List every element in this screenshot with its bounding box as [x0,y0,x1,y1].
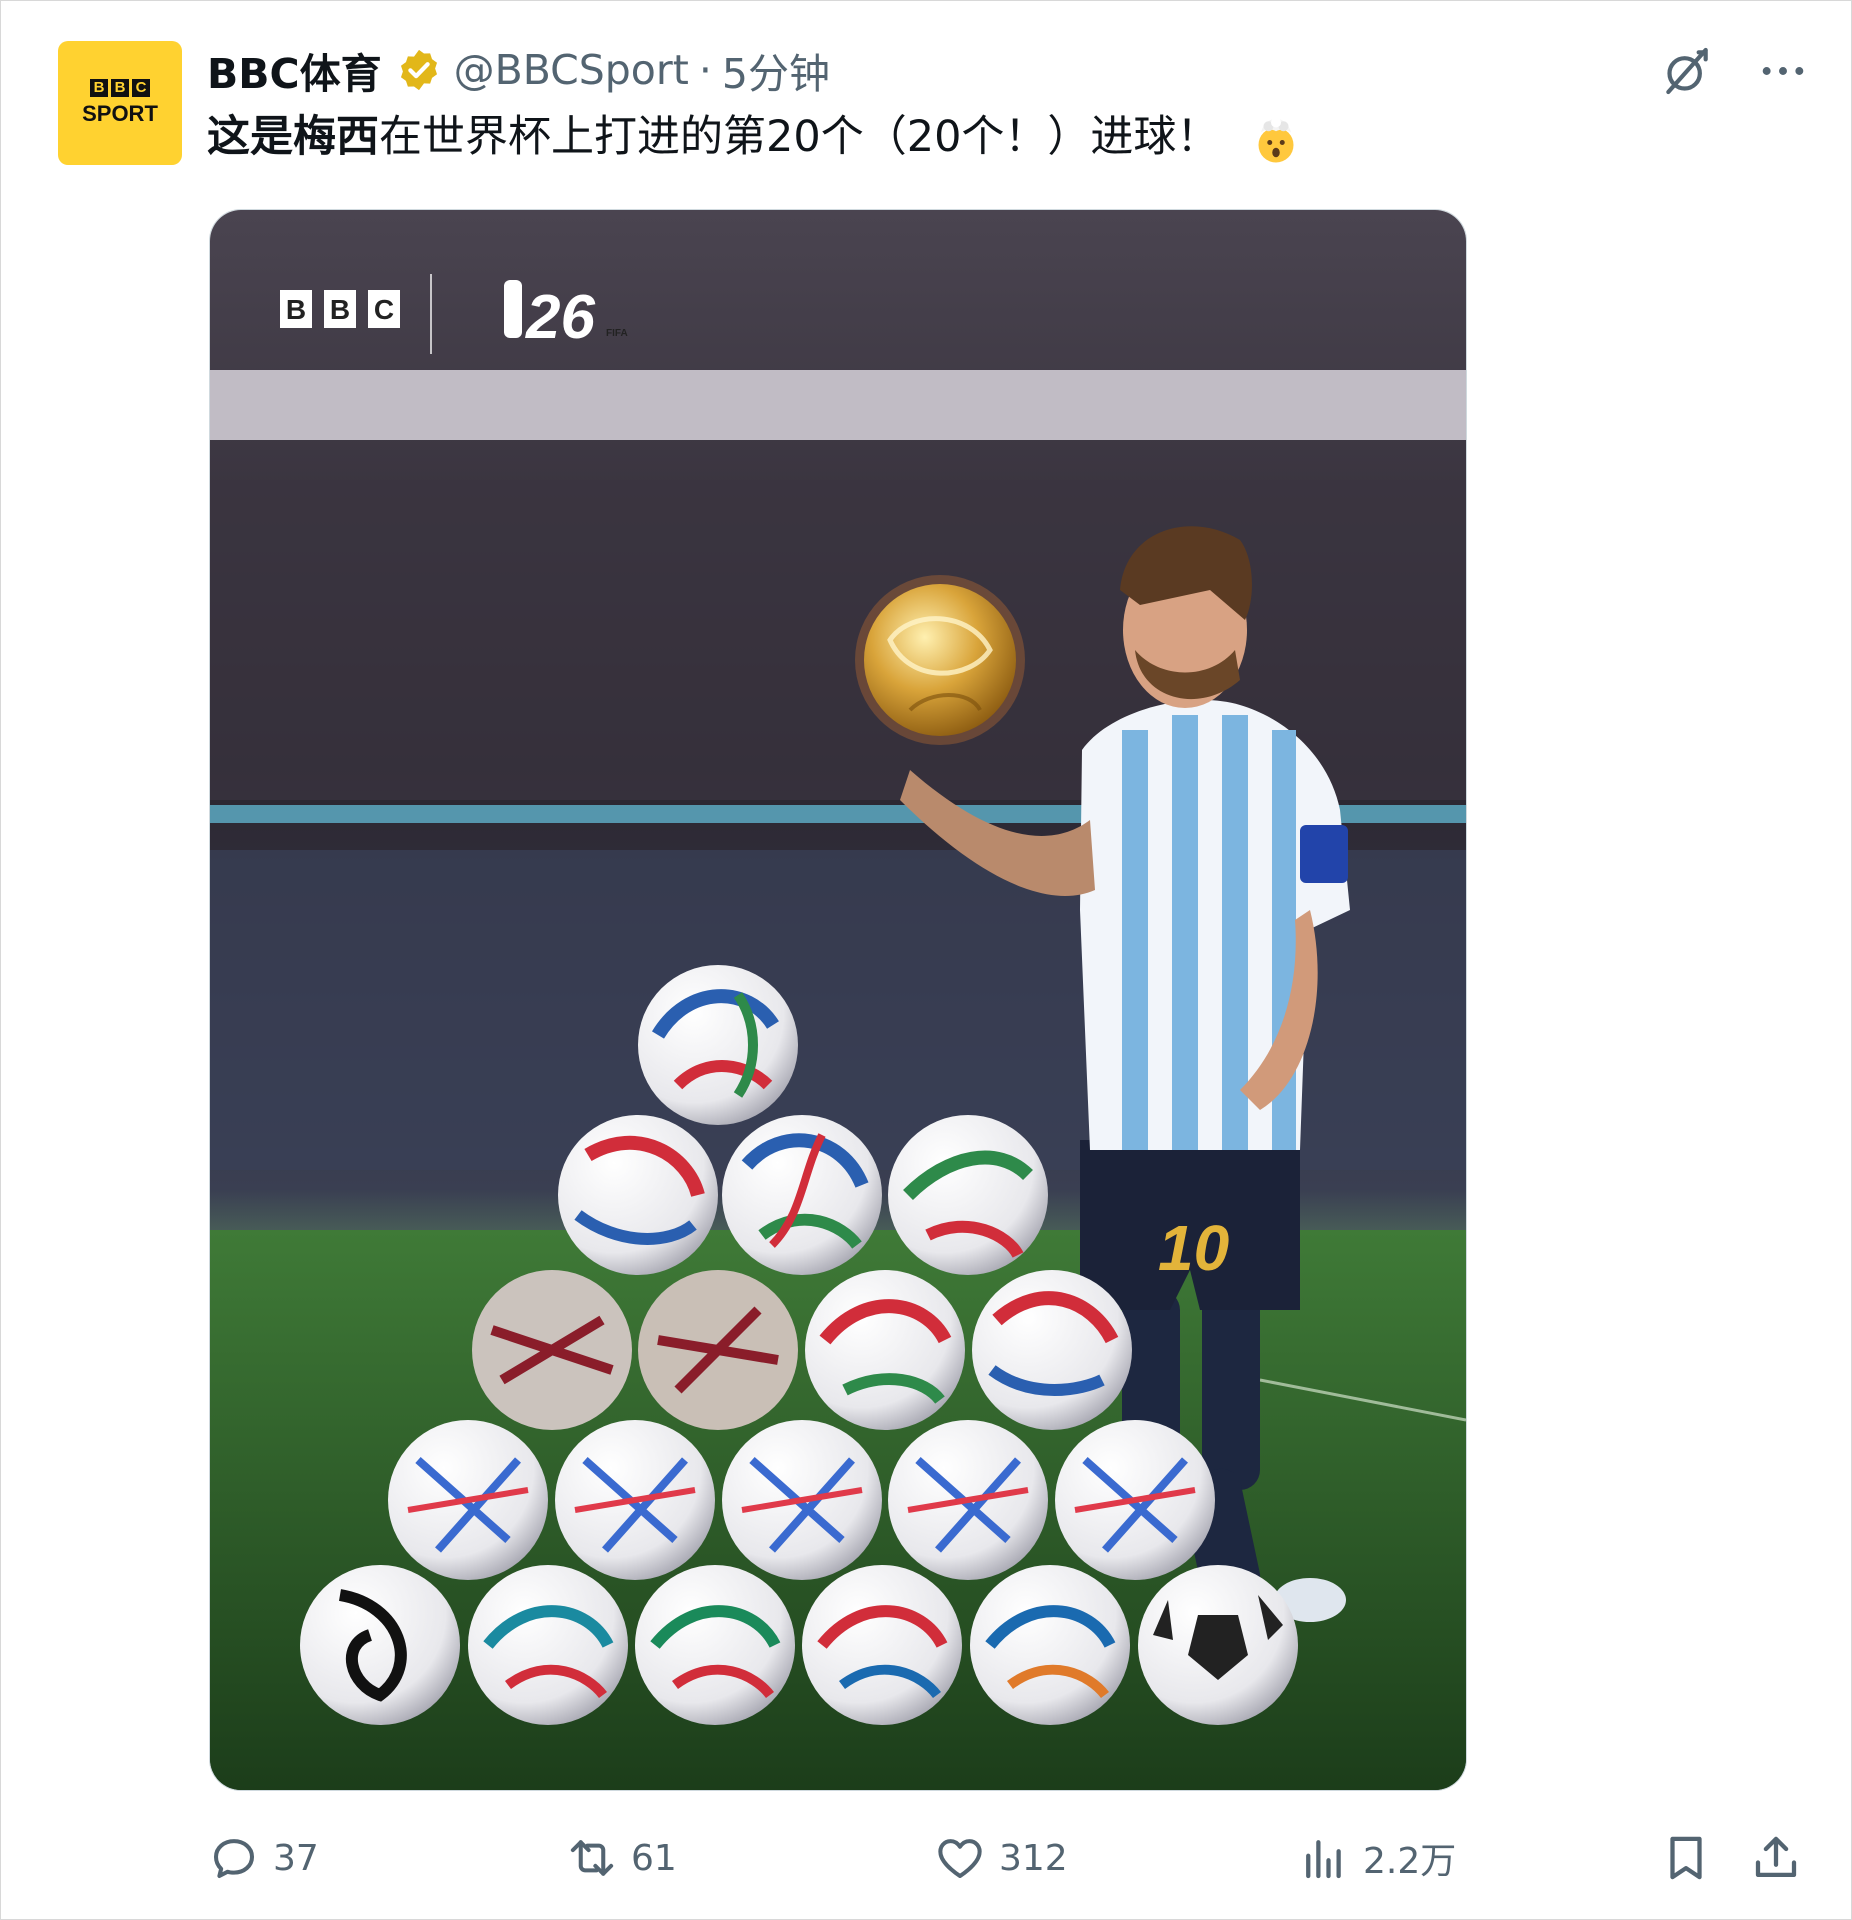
grok-icon[interactable] [1659,43,1715,99]
tweet-actions-bar: 37 61 312 2.2万 [207,1831,1807,1891]
svg-text:FIFA: FIFA [606,328,628,339]
post-time[interactable]: 5分钟 [722,40,830,100]
messi-ball-pyramid-illustration: B B C 26 FIFA 10 [210,210,1466,1790]
tweet-header: BBC体育 @BBCSport · 5分钟 [207,45,830,98]
tweet-text-bold: 这是梅西 [207,112,379,162]
reply-count: 37 [273,1837,319,1879]
svg-text:C: C [374,294,394,325]
tweet-media-image[interactable]: B B C 26 FIFA 10 [209,209,1467,1791]
svg-text:B: B [330,294,350,325]
tweet-card: B B C SPORT BBC体育 @BBCSport · 5分钟 这是梅西在世… [0,0,1852,1920]
trophy-icon [504,280,522,338]
repost-count: 61 [631,1837,677,1879]
account-handle[interactable]: @BBCSport [454,46,689,94]
repost-icon [570,1840,614,1876]
bookmark-icon [1670,1836,1702,1880]
reply-button[interactable]: 37 [207,1831,319,1885]
repost-button[interactable]: 61 [565,1831,677,1885]
tweet-text-rest: 在世界杯上打进的第20个（20个！）进球！ [379,112,1220,162]
bbc-logo-blocks: B B C [90,79,150,97]
exploding-head-emoji-icon [1258,117,1294,162]
display-name[interactable]: BBC体育 [207,40,382,100]
svg-text:26: 26 [525,283,595,352]
bookmark-button[interactable] [1659,1831,1713,1885]
header-separator: · [698,46,712,94]
like-button[interactable]: 312 [933,1831,1068,1885]
analytics-icon [1306,1840,1341,1879]
like-count: 312 [999,1837,1068,1879]
heart-icon [938,1839,982,1879]
stadium-roof-band [210,370,1466,440]
tweet-text: 这是梅西在世界杯上打进的第20个（20个！）进球！ [207,109,1301,165]
top-right-icons [1659,43,1811,99]
svg-text:B: B [286,294,306,325]
share-icon [1755,1836,1797,1878]
avatar-sport-text: SPORT [82,101,158,126]
reply-icon [213,1839,255,1879]
more-options-icon[interactable] [1755,43,1811,99]
share-button[interactable] [1749,1831,1803,1885]
svg-text:10: 10 [1158,1212,1229,1284]
view-count: 2.2万 [1363,1841,1457,1882]
golden-ball [855,575,1025,745]
views-button[interactable]: 2.2万 [1297,1831,1456,1885]
verified-badge-icon[interactable] [396,47,442,93]
account-avatar[interactable]: B B C SPORT [58,41,182,165]
